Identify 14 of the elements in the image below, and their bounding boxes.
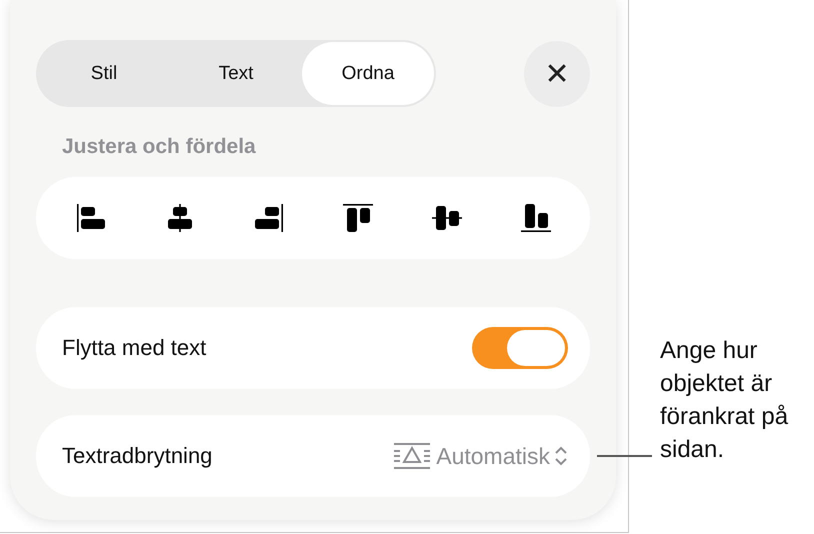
leader-line bbox=[597, 455, 652, 457]
align-icon bbox=[518, 201, 552, 235]
toggle-switch[interactable] bbox=[472, 327, 568, 369]
tab[interactable]: Text bbox=[170, 42, 302, 105]
close-button[interactable]: ✕ bbox=[524, 40, 590, 106]
tab[interactable]: Ordna bbox=[302, 42, 434, 105]
section-heading: Justera och fördela bbox=[62, 135, 257, 159]
align-icon bbox=[340, 201, 374, 235]
text-wrap-icon bbox=[392, 441, 432, 471]
row-label: Textradbrytning bbox=[62, 443, 212, 469]
row-label: Flytta med text bbox=[62, 335, 206, 361]
tab[interactable]: Stil bbox=[38, 42, 170, 105]
chevron-updown-icon bbox=[554, 445, 568, 467]
callout-text: Ange hur objektet är förankrat på sidan. bbox=[660, 336, 790, 465]
